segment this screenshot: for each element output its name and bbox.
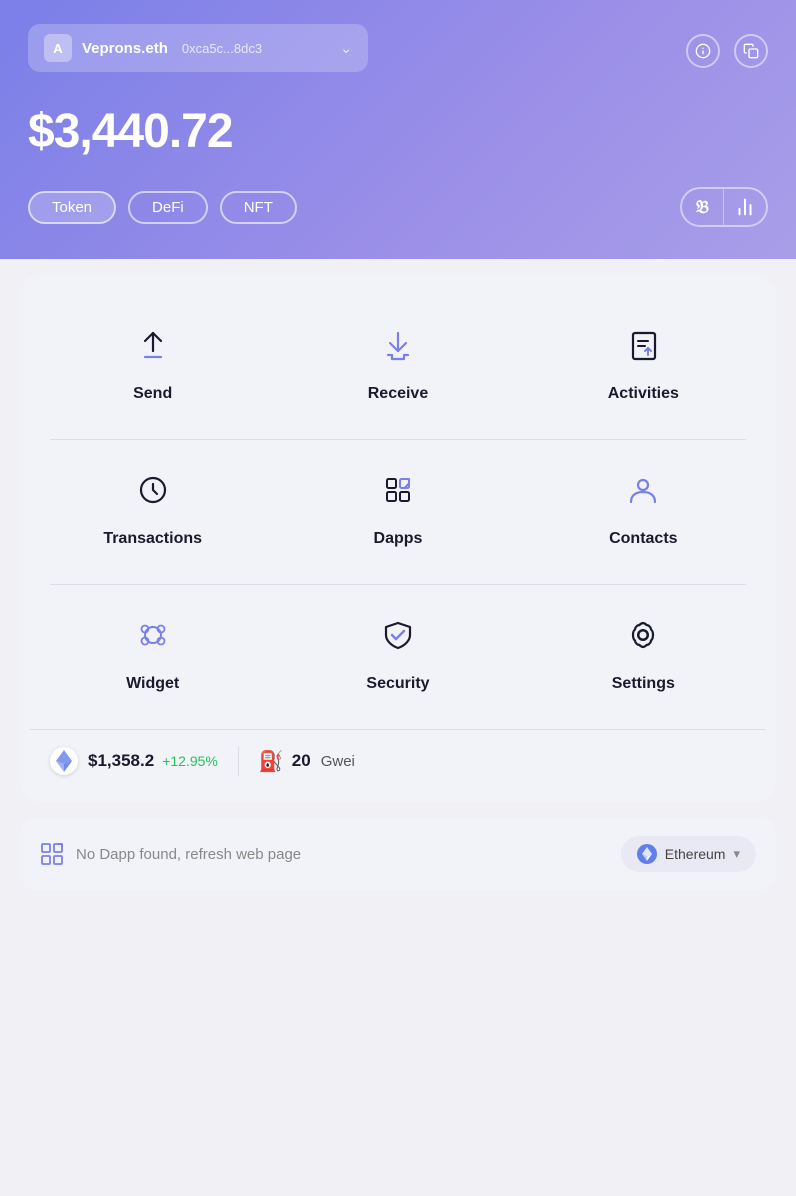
dapp-message: No Dapp found, refresh web page	[76, 846, 609, 863]
info-button[interactable]	[686, 34, 720, 68]
settings-icon	[617, 609, 669, 661]
chevron-down-icon: ▾	[733, 846, 740, 862]
wallet-avatar: A	[44, 34, 72, 62]
widget-label: Widget	[126, 675, 179, 693]
receive-icon	[372, 319, 424, 371]
security-button[interactable]: Security	[275, 585, 520, 717]
security-label: Security	[366, 675, 429, 693]
widget-icon	[127, 609, 179, 661]
tab-nft[interactable]: NFT	[220, 191, 297, 224]
receive-label: Receive	[368, 385, 429, 403]
tab-token[interactable]: Token	[28, 191, 116, 224]
widget-button[interactable]: Widget	[30, 585, 275, 717]
b-icon-button[interactable]: 𝔅	[682, 189, 724, 225]
stats-bar: $1,358.2 +12.95% ⛽ 20 Gwei	[30, 729, 766, 792]
transactions-label: Transactions	[103, 530, 202, 548]
eth-change: +12.95%	[162, 753, 218, 769]
main-card: Send Receive	[20, 275, 776, 802]
contacts-label: Contacts	[609, 530, 677, 548]
chevron-down-icon[interactable]: ⌄	[340, 40, 352, 57]
transactions-button[interactable]: Transactions	[30, 440, 275, 572]
settings-label: Settings	[612, 675, 675, 693]
chart-icon-button[interactable]	[724, 189, 766, 225]
eth-network-logo	[637, 844, 657, 864]
address-bar[interactable]: A Veprons.eth 0xca5c...8dc3 ⌄	[28, 24, 368, 72]
receive-button[interactable]: Receive	[275, 295, 520, 427]
dapps-label: Dapps	[374, 530, 423, 548]
network-label: Ethereum	[665, 846, 726, 862]
action-grid: Send Receive	[30, 295, 766, 427]
wallet-header: A Veprons.eth 0xca5c...8dc3 ⌄ $3,4	[0, 0, 796, 259]
wallet-name: Veprons.eth	[82, 40, 168, 57]
activities-icon	[617, 319, 669, 371]
action-grid-2: Transactions Dapps	[30, 440, 766, 572]
stats-divider	[238, 746, 239, 776]
gas-value: 20	[292, 751, 311, 771]
activities-button[interactable]: Activities	[521, 295, 766, 427]
transactions-icon	[127, 464, 179, 516]
dapp-bar: No Dapp found, refresh web page Ethereum…	[20, 818, 776, 890]
wallet-balance: $3,440.72	[28, 104, 768, 159]
security-icon	[372, 609, 424, 661]
send-button[interactable]: Send	[30, 295, 275, 427]
dapps-button[interactable]: Dapps	[275, 440, 520, 572]
send-icon	[127, 319, 179, 371]
eth-logo	[50, 747, 78, 775]
activities-label: Activities	[608, 385, 679, 403]
gas-icon: ⛽	[259, 749, 284, 774]
wallet-address: 0xca5c...8dc3	[182, 41, 262, 56]
dapps-icon	[372, 464, 424, 516]
asset-tabs: Token DeFi NFT 𝔅	[28, 187, 768, 227]
dapp-grid-icon	[40, 842, 64, 866]
header-action-icons	[686, 34, 768, 68]
extra-tab-icons: 𝔅	[680, 187, 768, 227]
copy-button[interactable]	[734, 34, 768, 68]
eth-price: $1,358.2	[88, 751, 154, 771]
contacts-button[interactable]: Contacts	[521, 440, 766, 572]
settings-button[interactable]: Settings	[521, 585, 766, 717]
gas-unit: Gwei	[321, 753, 355, 770]
contacts-icon	[617, 464, 669, 516]
tab-defi[interactable]: DeFi	[128, 191, 208, 224]
network-selector[interactable]: Ethereum ▾	[621, 836, 756, 872]
send-label: Send	[133, 385, 172, 403]
action-grid-3: Widget Security	[30, 585, 766, 717]
gas-section: ⛽ 20 Gwei	[259, 749, 355, 774]
